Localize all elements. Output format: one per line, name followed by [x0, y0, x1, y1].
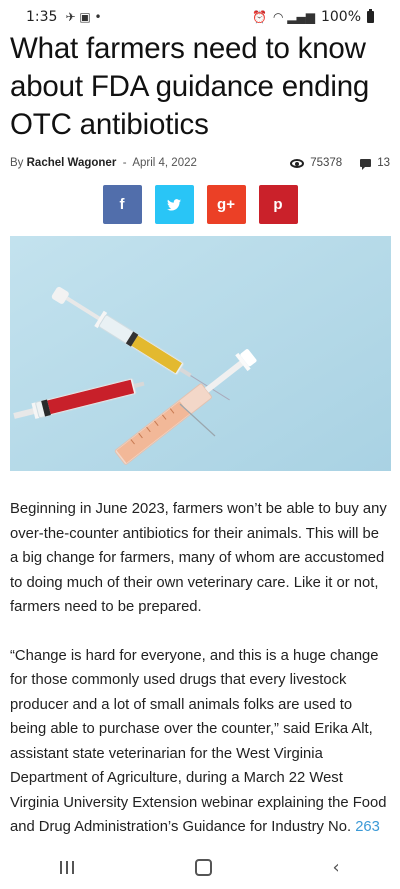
byline-separator: - — [122, 157, 127, 169]
googleplus-icon: g+ — [217, 196, 235, 213]
article-stats: 75378 13 — [290, 157, 390, 170]
publish-date: April 4, 2022 — [132, 157, 197, 169]
article-title: What farmers need to know about FDA guid… — [10, 32, 370, 141]
article-paragraph-1: Beginning in June 2023, farmers won’t be… — [10, 501, 387, 615]
author-link[interactable]: Rachel Wagoner — [27, 157, 117, 169]
share-buttons: f g+ p — [10, 185, 390, 224]
article-paragraph-2: “Change is hard for everyone, and this i… — [10, 644, 388, 840]
twitter-icon — [167, 198, 181, 211]
system-navigation-bar: ‹ — [0, 846, 400, 889]
facebook-icon: f — [119, 196, 125, 213]
views-stat: 75378 — [290, 157, 342, 169]
article-header: What farmers need to know about FDA guid… — [10, 30, 390, 224]
recent-apps-icon-bar — [72, 861, 75, 874]
article-meta: By Rachel Wagoner - April 4, 2022 75378 … — [10, 157, 390, 170]
comment-icon — [360, 159, 372, 170]
article-paragraph-2-text: “Change is hard for everyone, and this i… — [10, 647, 387, 836]
comments-stat[interactable]: 13 — [360, 157, 390, 170]
guidance-263-link[interactable]: 263 — [355, 819, 380, 835]
facebook-share-button[interactable]: f — [102, 185, 142, 224]
comments-count: 13 — [377, 157, 390, 169]
alarm-icon: ⏰ — [252, 10, 267, 24]
googleplus-share-button[interactable]: g+ — [206, 185, 246, 224]
pinterest-share-button[interactable]: p — [258, 185, 298, 224]
pinterest-icon: p — [273, 196, 283, 213]
syringes-illustration — [10, 236, 391, 471]
back-button[interactable]: ‹ — [332, 857, 339, 878]
eye-icon — [290, 158, 305, 168]
battery-icon — [367, 9, 374, 23]
article-body: Beginning in June 2023, farmers won’t be… — [10, 497, 388, 864]
home-button[interactable] — [194, 859, 212, 876]
byline: By Rachel Wagoner - April 4, 2022 — [10, 157, 197, 169]
views-count: 75378 — [310, 157, 343, 169]
twitter-share-button[interactable] — [154, 185, 194, 224]
by-label: By — [10, 157, 24, 169]
recent-apps-icon — [60, 861, 63, 874]
battery-percent: 100% — [320, 9, 361, 25]
chevron-left-icon: ‹ — [332, 857, 340, 878]
notification-icons: ✈ ▣ • — [65, 10, 102, 24]
status-right: ⏰ ◠ ▂▄▆ 100% — [252, 9, 374, 25]
status-time: 1:35 — [26, 9, 58, 25]
recent-apps-icon-bar — [66, 861, 69, 874]
wifi-signal-icon: ◠ ▂▄▆ — [272, 10, 315, 24]
status-left: 1:35 ✈ ▣ • — [26, 9, 102, 25]
article-hero-image — [10, 236, 391, 471]
status-bar: 1:35 ✈ ▣ • ⏰ ◠ ▂▄▆ 100% — [0, 0, 400, 34]
recent-apps-button[interactable] — [60, 861, 75, 874]
